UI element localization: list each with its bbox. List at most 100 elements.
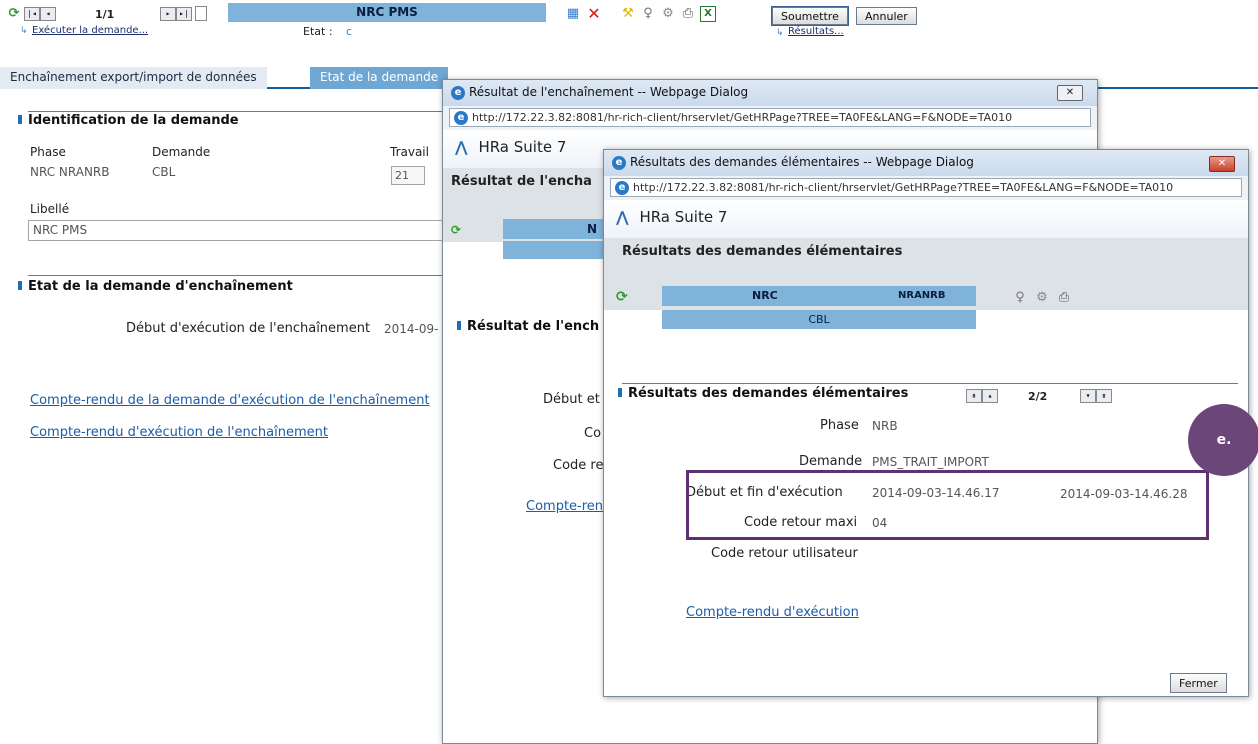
fermer-button[interactable]: Fermer (1170, 673, 1227, 693)
compte-rendu-demande-link[interactable]: Compte-rendu de la demande d'exécution d… (30, 393, 430, 408)
divider (622, 383, 1238, 384)
logo-icon: ⋀ (616, 208, 629, 226)
print-icon[interactable]: ⎙ (680, 6, 696, 22)
divider (28, 275, 443, 276)
demande-value: PMS_TRAIT_IMPORT (872, 455, 989, 469)
annotation-badge: e. (1188, 404, 1258, 476)
debut-value: 2014-09- (384, 322, 439, 336)
refresh-icon[interactable]: ⟳ (451, 223, 461, 237)
url-field[interactable]: e http://172.22.3.82:8081/hr-rich-client/… (610, 178, 1242, 197)
logo-icon: ⋀ (455, 138, 468, 156)
brand-name: HRa Suite 7 (478, 138, 567, 156)
phase-value: NRB (872, 419, 898, 433)
ie-icon: e (454, 111, 468, 125)
section-marker-icon (18, 281, 22, 290)
ie-icon: e (612, 155, 626, 170)
demande-header: Demande (152, 145, 211, 159)
tab-etat-demande[interactable]: Etat de la demande (310, 67, 449, 89)
close-icon[interactable]: ✕ (1057, 85, 1083, 101)
compte-rendu-link[interactable]: Compte-rendu d'exécution (686, 605, 859, 620)
section-marker-icon (457, 321, 461, 330)
page-indicator: 1/1 (95, 8, 115, 21)
phase-header: Phase (30, 145, 66, 159)
last-page-icon[interactable]: ▸| (176, 7, 192, 21)
section-etat: Etat de la demande d'enchaînement (18, 279, 293, 294)
section-title: Résultat de l'ench (467, 319, 600, 334)
document-icon[interactable] (195, 6, 207, 21)
dialog-titlebar: e Résultats des demandes élémentaires -- … (604, 150, 1248, 176)
ie-icon: e (451, 85, 465, 100)
prev-record-icon[interactable]: ▴ (982, 389, 998, 403)
demande-value: CBL (152, 165, 176, 179)
bulb-icon[interactable]: ♀ (640, 6, 656, 22)
etat-label: Etat : (303, 25, 333, 38)
delete-icon[interactable]: ✕ (586, 6, 602, 22)
demande-label: Demande (799, 454, 863, 469)
section-title: Etat de la demande d'enchaînement (28, 279, 293, 294)
compte-rendu-execution-link[interactable]: Compte-rendu d'exécution de l'enchaîneme… (30, 425, 328, 440)
prev-page-icon[interactable]: ◂ (40, 7, 56, 21)
brand-bar: ⋀ HRa Suite 7 (604, 200, 1248, 238)
travail-field[interactable]: 21 (391, 166, 425, 185)
divider (28, 111, 443, 112)
row-label: Code re (553, 458, 604, 473)
dialog-bar: N (503, 219, 603, 239)
dialog-bar: NRC NRANRB (662, 286, 976, 306)
main-toolbar: ⟳ |◂ ◂ 1/1 ▸ ▸| NRC PMS ↳ Exécuter la de… (0, 0, 1258, 64)
travail-header: Travail (390, 145, 429, 159)
record-pager: 2/2 (1028, 390, 1048, 403)
dialog-title: Résultats des demandes élémentaires -- W… (630, 155, 974, 169)
dialog-resultats-elementaires: e Résultats des demandes élémentaires -- … (603, 149, 1249, 697)
cancel-button[interactable]: Annuler (856, 7, 917, 25)
submit-button[interactable]: Soumettre (771, 6, 849, 26)
phase-label: Phase (820, 418, 859, 433)
libelle-field[interactable]: NRC PMS (28, 220, 448, 241)
tools-icon[interactable]: ⚙ (660, 6, 676, 22)
compte-rendu-link[interactable]: Compte-ren (526, 499, 603, 514)
first-record-icon[interactable]: ⇞ (966, 389, 982, 403)
dialog2-section: Résultats des demandes élémentaires (618, 386, 908, 401)
section-marker-icon (618, 388, 622, 397)
dialog-subbar: CBL (662, 310, 976, 329)
dialog-heading: Résultats des demandes élémentaires (622, 244, 903, 259)
code-user-label: Code retour utilisateur (711, 546, 858, 561)
brand-name: HRa Suite 7 (639, 208, 728, 226)
wand-icon[interactable]: ⚒ (620, 6, 636, 22)
refresh-icon[interactable]: ⟳ (6, 6, 22, 22)
section-title: Résultats des demandes élémentaires (628, 386, 909, 401)
url-text: http://172.22.3.82:8081/hr-rich-client/h… (633, 181, 1174, 194)
print-icon[interactable]: ⎙ (1056, 290, 1072, 306)
arrow-icon: ↳ (20, 26, 28, 36)
row-label: Début et (543, 392, 600, 407)
refresh-icon[interactable]: ⟳ (616, 289, 628, 305)
last-record-icon[interactable]: ⇟ (1096, 389, 1112, 403)
dialog-subbar (503, 241, 603, 259)
tab-enchainement[interactable]: Enchaînement export/import de données (0, 67, 267, 89)
url-text: http://172.22.3.82:8081/hr-rich-client/h… (472, 111, 1013, 124)
next-record-icon[interactable]: ▾ (1080, 389, 1096, 403)
dialog1-section: Résultat de l'ench (457, 319, 599, 334)
phase-value: NRC NRANRB (30, 165, 110, 179)
libelle-label: Libellé (30, 202, 70, 216)
close-icon[interactable]: ✕ (1209, 156, 1235, 172)
execute-link[interactable]: Exécuter la demande... (32, 25, 148, 36)
address-bar: e http://172.22.3.82:8081/hr-rich-client/… (443, 106, 1097, 130)
page-title: NRC PMS (228, 3, 546, 22)
row-label: Co (584, 426, 602, 441)
tools-icon[interactable]: ⚙ (1034, 290, 1050, 306)
section-marker-icon (18, 115, 22, 124)
excel-icon[interactable]: X (700, 6, 716, 22)
debut-label: Début d'exécution de l'enchaînement (126, 321, 371, 336)
arrow-icon: ↳ (776, 28, 784, 38)
first-page-icon[interactable]: |◂ (24, 7, 40, 21)
results-link[interactable]: Résultats... (788, 26, 844, 37)
bulb-icon[interactable]: ♀ (1012, 290, 1028, 306)
section-identification: Identification de la demande (18, 113, 239, 128)
status-icon: c (346, 25, 353, 38)
next-page-icon[interactable]: ▸ (160, 7, 176, 21)
bar-right-text: NRANRB (898, 290, 946, 301)
section-title: Identification de la demande (28, 113, 239, 128)
grid-icon[interactable]: ▦ (565, 6, 581, 22)
url-field[interactable]: e http://172.22.3.82:8081/hr-rich-client/… (449, 108, 1091, 127)
bar-left-text: NRC (752, 289, 778, 302)
